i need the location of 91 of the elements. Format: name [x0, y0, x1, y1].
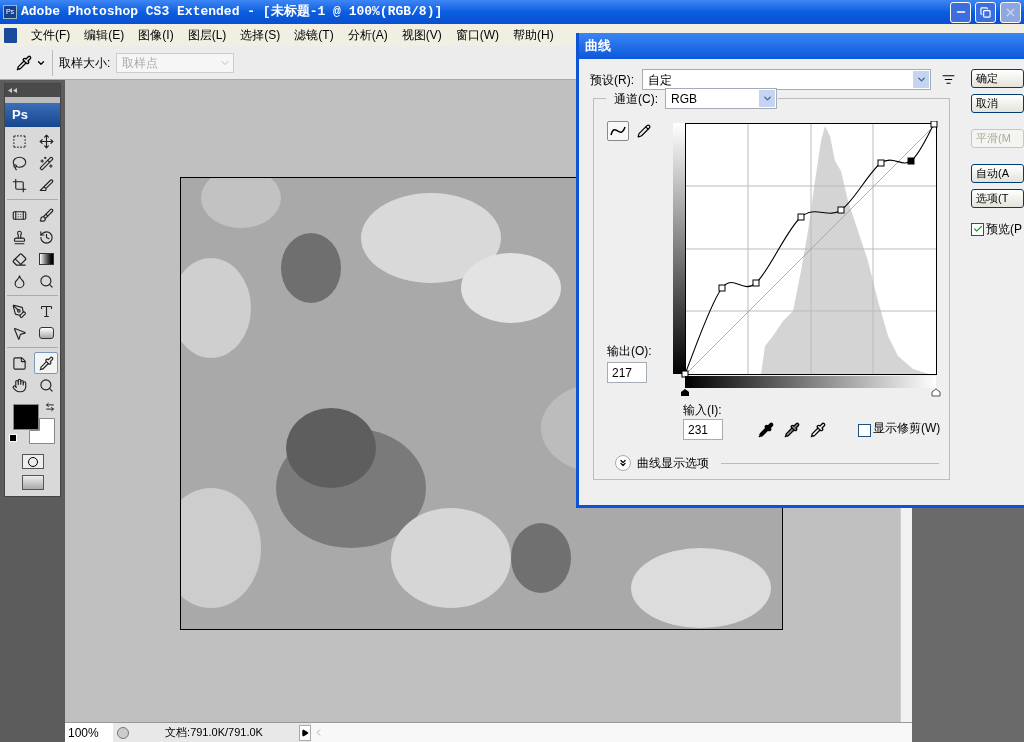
sample-size-label: 取样大小: [59, 54, 111, 72]
curve-point[interactable] [797, 213, 805, 221]
lasso-icon [11, 155, 27, 171]
collapse-icon[interactable] [8, 88, 17, 93]
input-field[interactable]: 231 [683, 419, 723, 440]
channel-label: 通道(C): [613, 90, 659, 108]
eyedropper-icon[interactable] [758, 422, 774, 438]
preview-label: 预览(P [986, 221, 1022, 238]
curve-tool-button[interactable] [607, 121, 629, 141]
history-icon [38, 229, 54, 245]
menu-item[interactable]: 文件(F) [31, 26, 71, 44]
document-icon [4, 27, 17, 43]
restore-icon [980, 6, 991, 18]
stamp-icon [11, 229, 27, 245]
marquee-icon [11, 133, 27, 149]
curve-icon [610, 125, 626, 137]
dialog-button[interactable]: 选项(T [971, 189, 1024, 208]
pointer-icon [11, 325, 27, 341]
menu-item[interactable]: 选择(S) [240, 26, 281, 44]
type-icon [38, 303, 54, 319]
rounded-square-icon [38, 327, 54, 339]
horizontal-scrollbar[interactable] [311, 723, 912, 742]
expand-icon [618, 458, 628, 468]
eyedropper-icon[interactable] [784, 422, 800, 438]
menu-item[interactable]: 图层(L) [187, 26, 227, 44]
foreground-color-swatch[interactable] [12, 404, 39, 430]
output-field[interactable]: 217 [607, 362, 647, 383]
curve-point[interactable] [907, 157, 915, 165]
preset-select[interactable]: 自定 [642, 69, 931, 90]
zoom-field[interactable]: 100% [65, 723, 113, 742]
gradient-icon [38, 253, 54, 265]
menu-item[interactable]: 滤镜(T) [294, 26, 334, 44]
menu-item[interactable]: 分析(A) [347, 26, 388, 44]
swap-colors-icon[interactable] [44, 402, 55, 412]
play-icon [301, 728, 309, 737]
close-button[interactable] [1000, 1, 1021, 23]
zoom-icon [38, 377, 54, 393]
show-clipping-checkbox[interactable] [858, 424, 871, 437]
hand-icon [11, 377, 27, 393]
default-colors-icon[interactable] [8, 434, 17, 442]
output-label: 输出(O): [607, 343, 653, 360]
magnifier-icon [38, 273, 54, 289]
channel-select[interactable]: RGB [665, 88, 777, 109]
shadow-slider-icon[interactable] [681, 389, 689, 396]
menu-item[interactable]: 编辑(E) [84, 26, 125, 44]
wand-icon [38, 155, 54, 171]
curve-point[interactable] [681, 370, 689, 378]
window-title: Adobe Photoshop CS3 Extended - [未标题-1 @ 100%(RGB/8)] [21, 3, 443, 22]
display-options-label: 曲线显示选项 [637, 455, 709, 472]
menu-item[interactable]: 帮助(H) [513, 26, 554, 44]
ps-logo: Ps [5, 103, 60, 127]
menu-item[interactable]: 图像(I) [138, 26, 174, 44]
document-size-text: 文档:791.0K/791.0K [164, 725, 264, 741]
screen-mode-button[interactable] [21, 475, 44, 490]
highlight-slider-icon[interactable] [931, 388, 941, 397]
expand-options-button[interactable] [615, 455, 631, 471]
input-label: 输入(I): [683, 402, 723, 419]
menu-item[interactable]: 视图(V) [401, 26, 442, 44]
dialog-button[interactable]: 取消 [971, 94, 1024, 113]
dialog-button[interactable]: 自动(A [971, 164, 1024, 183]
status-arrow-button[interactable] [299, 724, 311, 741]
knife-icon [38, 177, 54, 193]
note-icon [11, 355, 27, 371]
curve-point[interactable] [837, 206, 845, 214]
eyedropper-icon [38, 355, 54, 371]
curve-point[interactable] [877, 159, 885, 167]
pencil-icon [637, 124, 651, 138]
list-menu-icon[interactable] [942, 73, 955, 86]
droplet-icon [11, 273, 27, 289]
quick-mask-button[interactable] [21, 454, 44, 469]
eyedropper-icon [16, 54, 32, 71]
background-color-swatch[interactable] [28, 418, 55, 444]
pen-icon [11, 303, 27, 319]
preview-checkbox[interactable] [971, 222, 984, 236]
status-menu-icon[interactable] [117, 726, 129, 739]
tool-button[interactable] [34, 352, 58, 374]
menu-item[interactable]: 窗口(W) [455, 26, 499, 44]
dialog-title: 曲线 [585, 37, 611, 56]
eraser-icon [11, 251, 27, 267]
dialog-button[interactable]: 确定 [971, 69, 1024, 88]
show-clipping-label: 显示修剪(W) [873, 420, 941, 437]
curve-point[interactable] [930, 121, 938, 128]
curve-point[interactable] [718, 284, 726, 292]
eyedropper-icon[interactable] [810, 422, 826, 438]
restore-button[interactable] [975, 1, 996, 23]
curve-point[interactable] [752, 279, 760, 287]
brush-icon [38, 207, 54, 223]
crop-icon [11, 177, 27, 193]
move-icon [38, 133, 54, 149]
minimize-button[interactable] [950, 1, 971, 23]
preset-label: 预设(R): [590, 71, 635, 89]
